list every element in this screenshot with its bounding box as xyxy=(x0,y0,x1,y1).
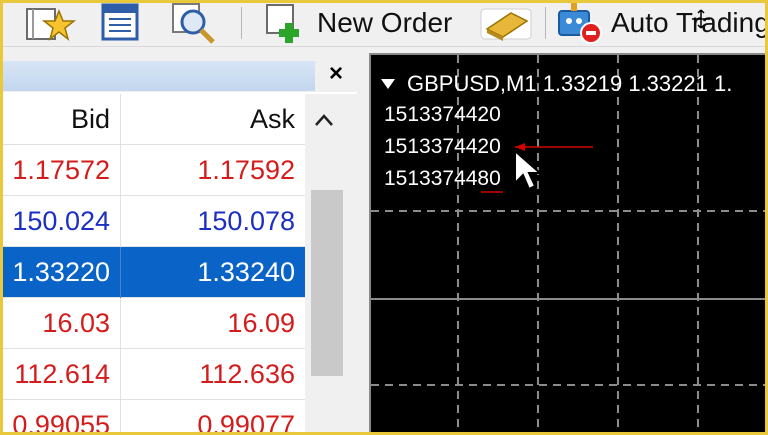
chevron-up-icon xyxy=(315,114,333,126)
column-header-bid[interactable]: Bid xyxy=(3,94,121,145)
table-header: Bid Ask xyxy=(3,94,305,145)
auto-trading-label: Auto Trading xyxy=(611,7,768,38)
metaeditor-button[interactable] xyxy=(477,3,537,43)
market-watch-table: Bid Ask 1.17572 1.17592 150.024 150.078 … xyxy=(3,94,305,435)
bid-price: 16.03 xyxy=(3,298,121,349)
ask-price: 0.99077 xyxy=(197,410,295,435)
table-row-selected[interactable]: 1.33220 1.33240 xyxy=(3,247,305,298)
new-order-button[interactable]: New Order xyxy=(265,3,465,43)
navigator-icon xyxy=(101,3,139,41)
navigator-button[interactable] xyxy=(97,3,149,43)
app-frame: New Order Auto Trading × Bid Ask 1.17572… xyxy=(0,0,768,435)
move-cursor-icon xyxy=(692,9,710,29)
bid-price: 1.33220 xyxy=(3,247,121,298)
close-icon[interactable]: × xyxy=(321,59,351,89)
column-header-ask[interactable]: Ask xyxy=(121,94,305,145)
toolbar-separator xyxy=(545,7,546,39)
ask-price: 1.17592 xyxy=(197,155,295,185)
market-watch-scrollbar[interactable] xyxy=(305,94,347,432)
chart-window[interactable]: GBPUSD,M1 1.33219 1.33221 1. 1513374420 … xyxy=(369,53,765,432)
zoom-icon xyxy=(172,3,215,44)
new-order-label: New Order xyxy=(317,7,453,38)
scroll-thumb[interactable] xyxy=(311,190,347,376)
collapse-triangle-icon[interactable] xyxy=(381,79,395,89)
toolbar-separator xyxy=(241,7,242,39)
panel-splitter[interactable] xyxy=(343,94,369,432)
auto-trading-icon xyxy=(558,3,602,44)
timestamp-label: 1513374480 xyxy=(384,167,501,190)
ask-price: 16.09 xyxy=(227,308,295,338)
toolbar: New Order Auto Trading xyxy=(3,3,768,47)
market-watch-titlebar: × xyxy=(3,54,357,92)
bid-price: 150.024 xyxy=(3,196,121,247)
mouse-pointer-icon xyxy=(514,149,543,191)
market-watch-title xyxy=(3,61,315,91)
bid-price: 112.614 xyxy=(3,349,121,400)
scroll-up-button[interactable] xyxy=(305,102,343,138)
auto-trading-button[interactable]: Auto Trading xyxy=(555,3,768,44)
bid-price: 1.17572 xyxy=(3,145,121,196)
table-row[interactable]: 0.99055 0.99077 xyxy=(3,400,305,435)
ask-price: 112.636 xyxy=(199,359,295,389)
bid-price: 0.99055 xyxy=(3,400,121,432)
chart-header: GBPUSD,M1 1.33219 1.33221 1. xyxy=(381,71,732,97)
favorites-icon xyxy=(26,8,77,41)
table-row[interactable]: 112.614 112.636 xyxy=(3,349,305,400)
table-row[interactable]: 1.17572 1.17592 xyxy=(3,145,305,196)
ask-price: 150.078 xyxy=(197,206,295,236)
table-row[interactable]: 150.024 150.078 xyxy=(3,196,305,247)
favorites-button[interactable] xyxy=(25,3,81,43)
market-watch-panel: × Bid Ask 1.17572 1.17592 150.024 150.07… xyxy=(3,54,357,435)
timestamp-label: 1513374420 xyxy=(384,135,501,158)
zoom-button[interactable] xyxy=(169,3,223,44)
timestamp-label: 1513374420 xyxy=(384,103,501,126)
table-row[interactable]: 16.03 16.09 xyxy=(3,298,305,349)
chart-symbol-quote: GBPUSD,M1 1.33219 1.33221 1. xyxy=(407,71,733,96)
new-order-icon xyxy=(266,4,299,43)
ask-price: 1.33240 xyxy=(197,257,295,287)
metaeditor-icon xyxy=(480,8,532,41)
